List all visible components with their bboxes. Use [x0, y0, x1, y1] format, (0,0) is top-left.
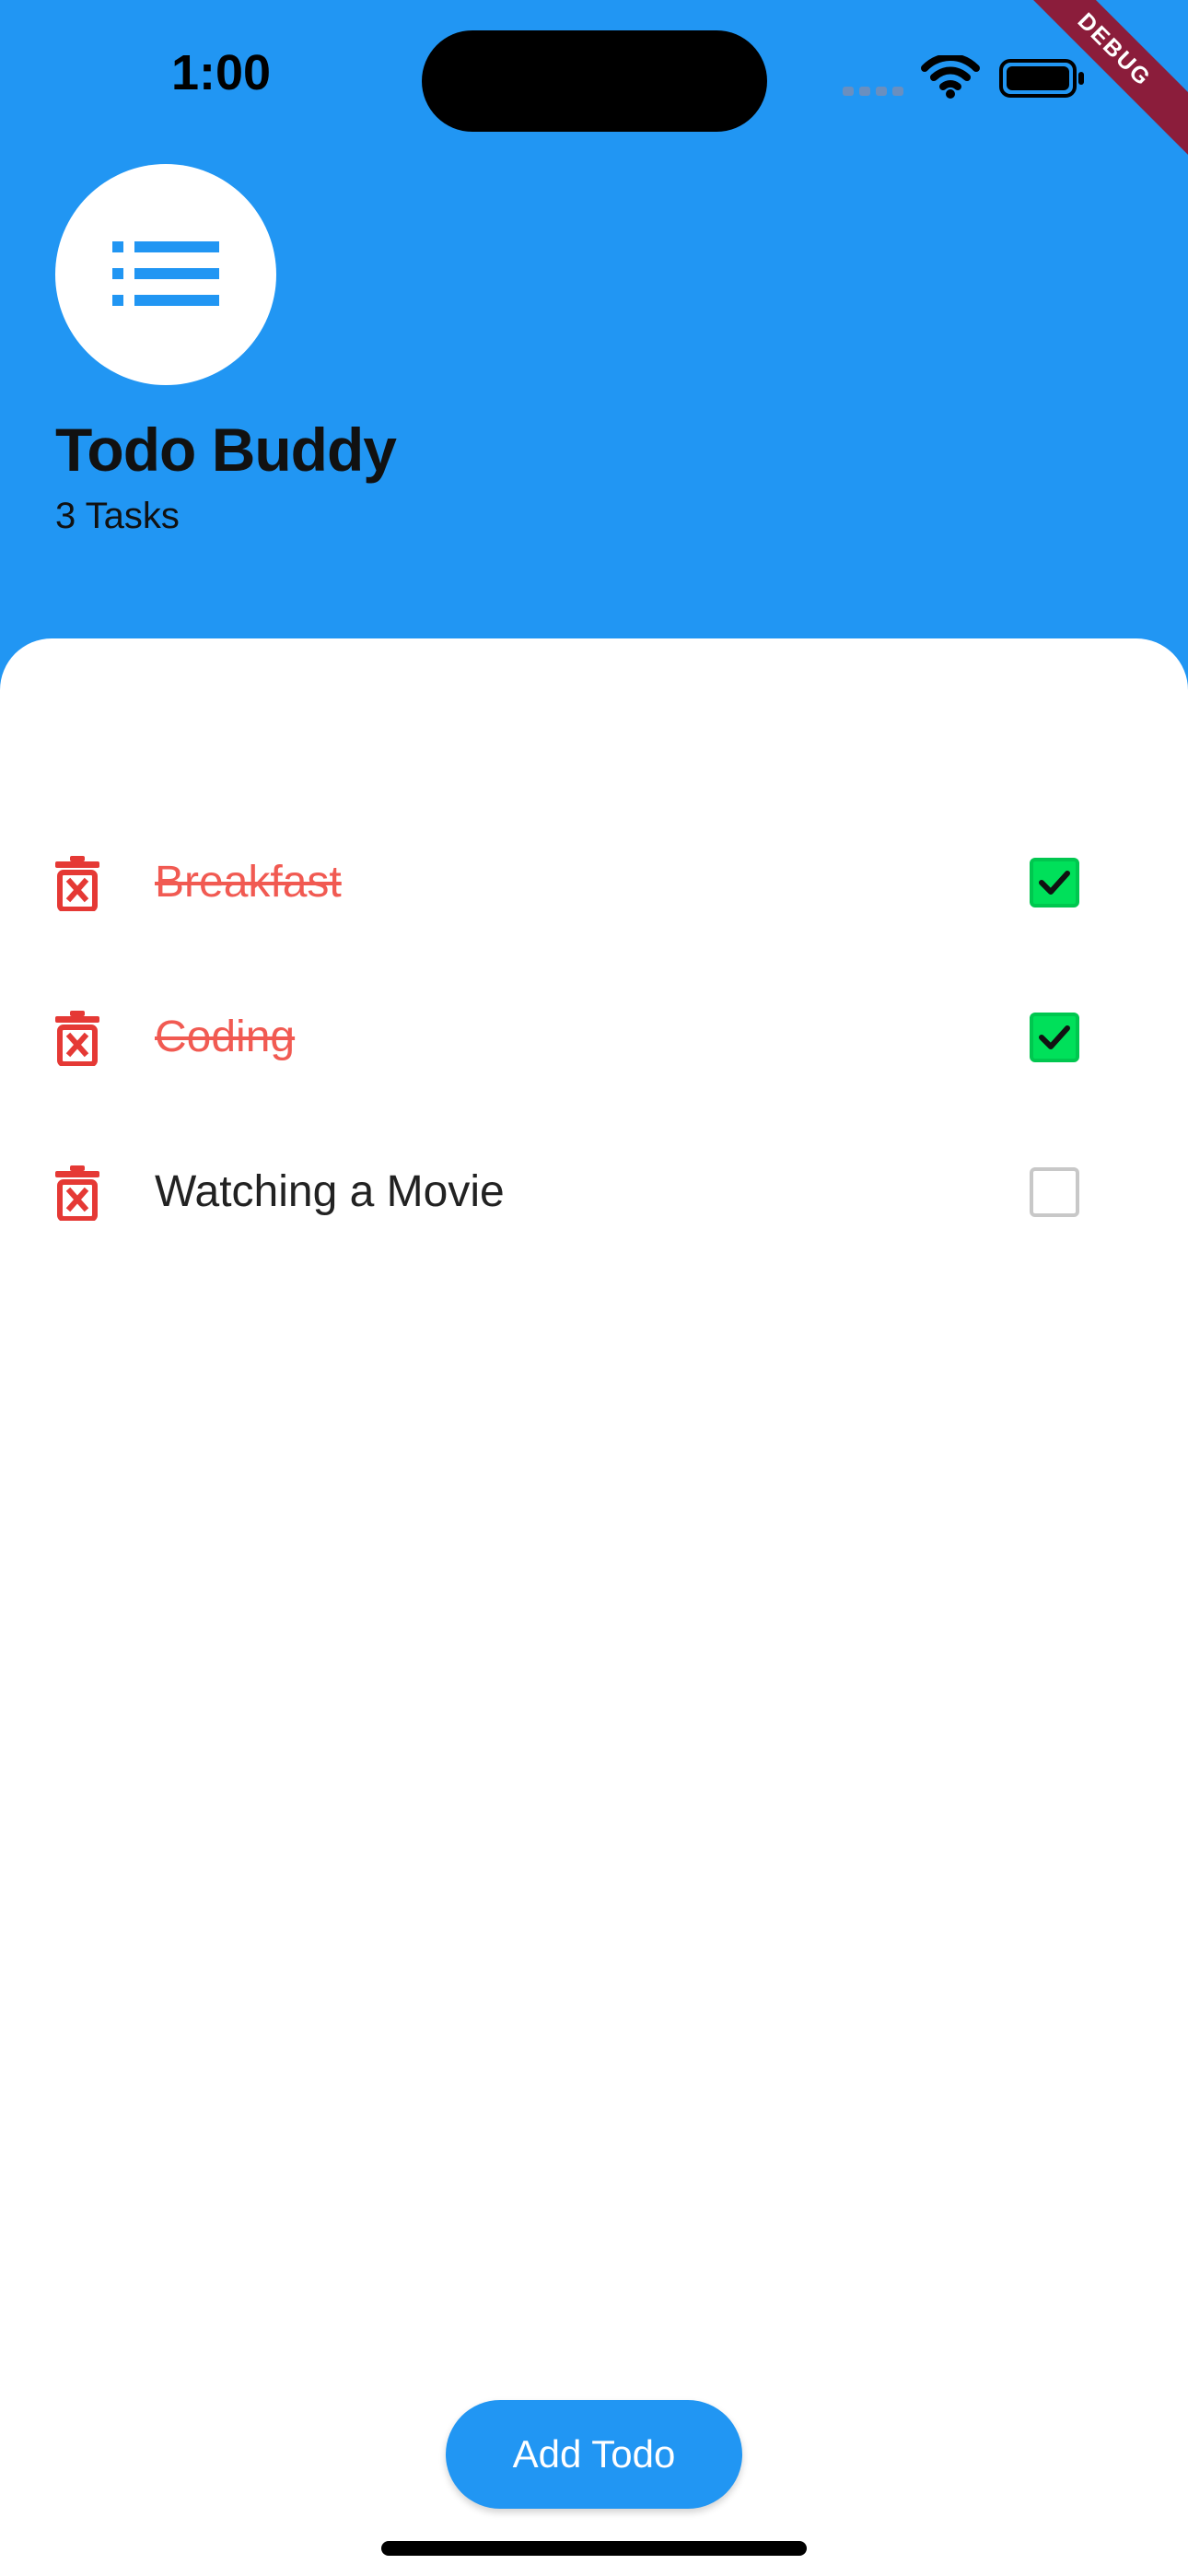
dynamic-island — [422, 30, 767, 132]
delete-icon[interactable] — [55, 1011, 99, 1066]
todo-checkbox[interactable] — [1030, 858, 1079, 907]
battery-icon — [999, 59, 1084, 98]
todo-checkbox[interactable] — [1030, 1167, 1079, 1217]
status-bar: 1:00 DEBUG — [0, 0, 1188, 164]
home-indicator[interactable] — [381, 2541, 807, 2556]
todo-label: Watching a Movie — [155, 1167, 505, 1216]
todo-label: Coding — [155, 1013, 296, 1061]
cellular-dots-icon — [843, 87, 905, 100]
todo-card: Breakfast Coding Watching a Movie — [0, 638, 1188, 2576]
delete-icon[interactable] — [55, 856, 99, 911]
delete-icon[interactable] — [55, 1165, 99, 1221]
app-header: Todo Buddy 3 Tasks — [55, 164, 397, 536]
todo-item: Coding — [0, 972, 1188, 1127]
todo-item: Breakfast — [0, 817, 1188, 972]
add-todo-button[interactable]: Add Todo — [446, 2400, 742, 2509]
logo-avatar — [55, 164, 276, 385]
check-icon — [1039, 871, 1070, 895]
todo-label: Breakfast — [155, 858, 342, 907]
status-time: 1:00 — [170, 45, 272, 100]
todo-item: Watching a Movie — [0, 1127, 1188, 1282]
todo-checkbox[interactable] — [1030, 1013, 1079, 1062]
task-count: 3 Tasks — [55, 496, 180, 536]
check-icon — [1039, 1025, 1070, 1049]
wifi-icon — [921, 55, 980, 99]
app-title: Todo Buddy — [55, 416, 397, 484]
todo-list: Breakfast Coding Watching a Movie — [0, 817, 1188, 1282]
list-icon — [112, 241, 219, 306]
